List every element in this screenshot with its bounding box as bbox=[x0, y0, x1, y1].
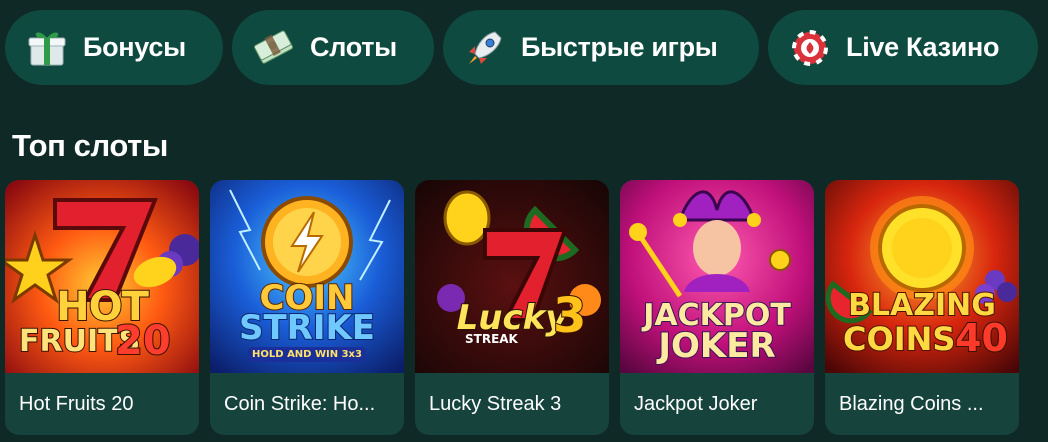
section-title: Топ слоты bbox=[12, 128, 169, 163]
coin-strike-thumbnail: COIN STRIKE HOLD AND WIN 3x3 bbox=[210, 180, 404, 373]
category-label: Live Казино bbox=[846, 32, 1000, 62]
category-slots[interactable]: Слоты bbox=[232, 10, 434, 85]
blazing-coins-thumbnail: BLAZING COINS 40 bbox=[825, 180, 1019, 373]
lucky-streak-thumbnail: Lucky STREAK 3 bbox=[415, 180, 609, 373]
hot-fruits-thumbnail: HOT FRUITS 20 bbox=[5, 180, 199, 373]
art-line: JOKER bbox=[657, 325, 776, 367]
art-line: 40 bbox=[954, 315, 1009, 361]
category-live-casino[interactable]: Live Казино bbox=[768, 10, 1038, 85]
art-line: STRIKE bbox=[238, 307, 376, 349]
slot-card[interactable]: JACKPOT JOKER Jackpot Joker bbox=[620, 180, 814, 435]
slot-name: Jackpot Joker bbox=[634, 392, 758, 415]
slot-card[interactable]: COIN STRIKE HOLD AND WIN 3x3 Coin Strike… bbox=[210, 180, 404, 435]
category-label: Бонусы bbox=[83, 32, 186, 62]
slot-name: Lucky Streak 3 bbox=[429, 392, 562, 415]
category-label: Быстрые игры bbox=[521, 32, 718, 62]
jackpot-joker-thumbnail: JACKPOT JOKER bbox=[620, 180, 814, 373]
slot-card[interactable]: Lucky STREAK 3 Lucky Streak 3 bbox=[415, 180, 609, 435]
slot-card[interactable]: BLAZING COINS 40 Blazing Coins ... bbox=[825, 180, 1019, 435]
top-slots-list: HOT FRUITS 20 Hot Fruits 20 COIN STRIKE … bbox=[5, 180, 1019, 435]
art-line: 3 bbox=[552, 287, 587, 345]
slot-name: Blazing Coins ... bbox=[839, 392, 984, 415]
slot-name: Hot Fruits 20 bbox=[19, 392, 134, 415]
category-fast-games[interactable]: Быстрые игры bbox=[443, 10, 759, 85]
category-nav: Бонусы Слоты Быстрые игры Live Казино bbox=[5, 10, 1038, 85]
cash-stack-icon bbox=[252, 26, 296, 70]
gift-icon bbox=[25, 26, 69, 70]
category-bonuses[interactable]: Бонусы bbox=[5, 10, 223, 85]
art-line: HOLD AND WIN 3x3 bbox=[248, 347, 366, 362]
art-line: 20 bbox=[114, 317, 172, 365]
casino-page: Бонусы Слоты Быстрые игры Live Казино То… bbox=[0, 0, 1048, 442]
slot-name: Coin Strike: Ho... bbox=[224, 392, 376, 415]
poker-chip-icon bbox=[788, 26, 832, 70]
category-label: Слоты bbox=[310, 32, 397, 62]
slot-card[interactable]: HOT FRUITS 20 Hot Fruits 20 bbox=[5, 180, 199, 435]
rocket-icon bbox=[463, 26, 507, 70]
